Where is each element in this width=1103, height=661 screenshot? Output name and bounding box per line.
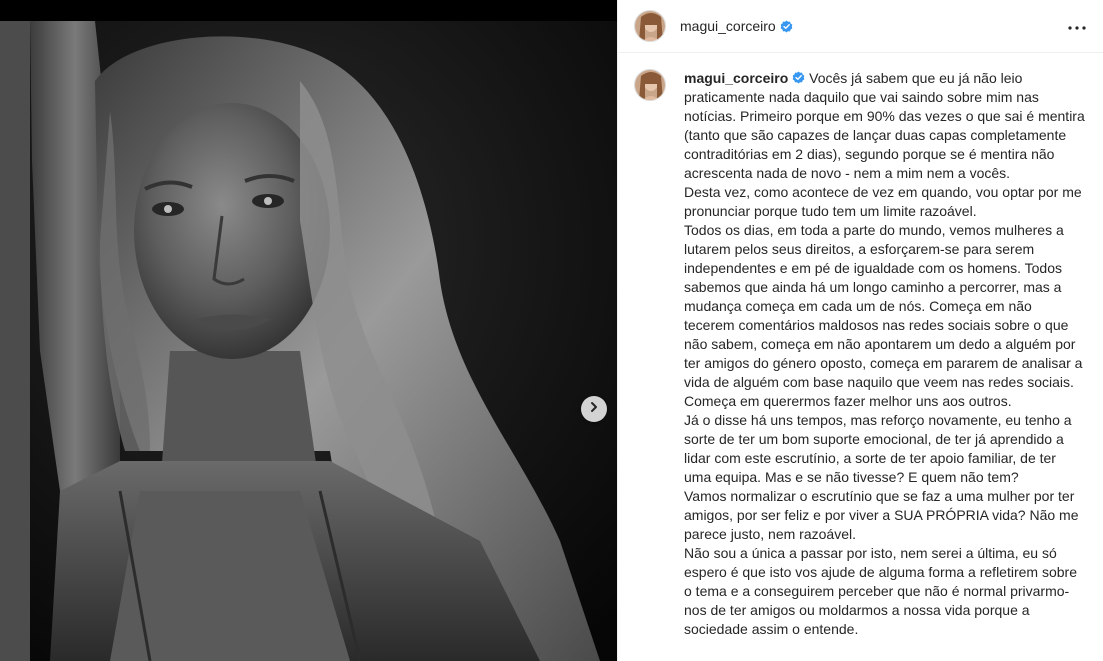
post-media	[0, 0, 617, 661]
caption-paragraph-2: Desta vez, como acontece de vez em quand…	[684, 184, 1082, 219]
chevron-right-icon	[588, 400, 600, 418]
post-photo[interactable]	[0, 21, 617, 661]
caption-paragraph-5: Vamos normalizar o escrutínio que se faz…	[684, 488, 1079, 542]
caption-paragraph-3: Todos os dias, em toda a parte do mundo,…	[684, 222, 1083, 409]
post-sidebar: magui_corceiro magui_corceiro Vocês já s…	[617, 0, 1103, 661]
header-username[interactable]: magui_corceiro	[680, 18, 793, 34]
verified-badge-icon	[780, 20, 793, 33]
post-header: magui_corceiro	[618, 0, 1103, 53]
username-text[interactable]: magui_corceiro	[680, 18, 776, 34]
media-top-bar	[0, 0, 617, 21]
caption-avatar[interactable]	[634, 69, 666, 101]
caption-text: magui_corceiro Vocês já sabem que eu já …	[684, 69, 1086, 661]
more-options-button[interactable]	[1065, 14, 1089, 38]
instagram-post: magui_corceiro magui_corceiro Vocês já s…	[0, 0, 1103, 661]
caption-paragraph-1: Vocês já sabem que eu já não leio pratic…	[684, 70, 1085, 181]
caption-paragraph-4: Já o disse há uns tempos, mas reforço no…	[684, 412, 1072, 485]
caption-username[interactable]: magui_corceiro	[684, 70, 788, 86]
caption-paragraph-6: Não sou a única a passar por isto, nem s…	[684, 545, 1077, 637]
more-horizontal-icon	[1068, 17, 1086, 35]
verified-badge-icon	[792, 70, 805, 84]
caption-overflow-fade	[618, 647, 1103, 661]
avatar[interactable]	[634, 10, 666, 42]
caption-section: magui_corceiro Vocês já sabem que eu já …	[618, 53, 1103, 661]
next-photo-button[interactable]	[581, 396, 607, 422]
